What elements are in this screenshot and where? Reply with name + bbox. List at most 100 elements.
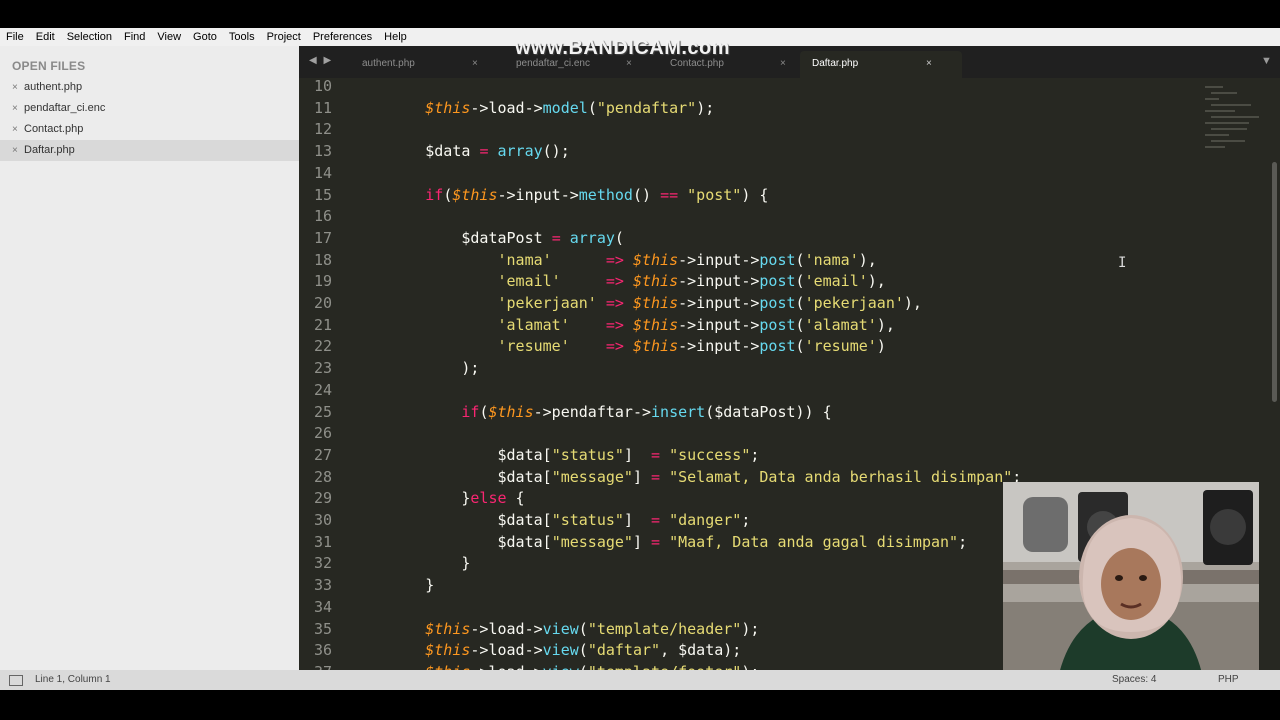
code-line: 23 ); (299, 357, 480, 379)
indentation-setting[interactable]: Spaces: 4 (1112, 674, 1156, 685)
tab-close-icon[interactable]: × (780, 51, 786, 77)
code-text: if($this->pendaftar->insert($dataPost)) … (353, 401, 831, 423)
close-icon[interactable]: × (12, 98, 18, 119)
menu-preferences[interactable]: Preferences (307, 28, 378, 46)
code-token: "status" (551, 445, 624, 464)
code-text: $data["message"] = "Maaf, Data anda gaga… (353, 531, 967, 553)
open-file-item[interactable]: × Daftar.php (0, 140, 299, 161)
syntax-selector[interactable]: PHP (1218, 674, 1239, 685)
code-token: ); (741, 619, 760, 638)
tab-close-icon[interactable]: × (472, 51, 478, 77)
code-token: => (605, 337, 624, 356)
tab-nav-arrows[interactable]: ◀ ▶ (309, 55, 333, 66)
code-line: 28 $data["message"] = "Selamat, Data and… (299, 466, 1021, 488)
code-token: (); (542, 142, 570, 161)
menu-tools[interactable]: Tools (223, 28, 261, 46)
code-line: 24 (299, 379, 332, 401)
code-text: 'nama' => $this->input->post('nama'), (353, 249, 877, 271)
text-cursor-icon: I (1118, 255, 1127, 271)
line-number: 27 (313, 445, 332, 464)
code-text: } (353, 574, 434, 596)
tab-label: Daftar.php (812, 58, 859, 69)
code-token: 'nama' (497, 250, 552, 269)
open-files-heading: OPEN FILES (12, 59, 86, 73)
code-token: ->input-> (497, 185, 579, 204)
open-file-item[interactable]: × Contact.php (0, 119, 299, 140)
code-line: 16 (299, 205, 332, 227)
code-token: , $data); (660, 641, 742, 660)
code-text: $data = array(); (353, 140, 570, 162)
menu-goto[interactable]: Goto (187, 28, 223, 46)
code-token: ), (876, 315, 895, 334)
line-number: 11 (313, 98, 332, 117)
code-token: "message" (551, 467, 633, 486)
menu-view[interactable]: View (151, 28, 187, 46)
sidebar: OPEN FILES × authent.php × pendaftar_ci.enc… (0, 46, 299, 670)
code-token: ( (579, 663, 588, 670)
menu-find[interactable]: Find (118, 28, 151, 46)
code-token: ; (958, 532, 968, 551)
tab-close-icon[interactable]: × (926, 51, 932, 77)
code-token: ->pendaftar-> (533, 402, 652, 421)
webcam-overlay (1003, 482, 1259, 678)
code-line: 30 $data["status"] = "danger"; (299, 509, 750, 531)
code-token: => (605, 315, 624, 334)
code-line: 13 $data = array(); (299, 140, 570, 162)
webcam-person-image (1003, 482, 1259, 678)
menu-edit[interactable]: Edit (30, 28, 61, 46)
close-icon[interactable]: × (12, 119, 18, 140)
code-token: ), (903, 294, 922, 312)
minimap[interactable] (1195, 82, 1259, 152)
code-token: post (759, 250, 796, 269)
code-token: = (551, 228, 561, 247)
code-token: "template/footer" (588, 663, 742, 670)
code-token: ( (614, 228, 624, 247)
code-token: ->input-> (678, 272, 760, 291)
menu-project[interactable]: Project (261, 28, 307, 46)
menu-help[interactable]: Help (378, 28, 413, 46)
line-number: 36 (313, 641, 332, 660)
menu-selection[interactable]: Selection (61, 28, 118, 46)
code-token: else (470, 489, 507, 508)
editor-scrollbar[interactable] (1272, 162, 1277, 402)
code-line: 27 $data["status"] = "success"; (299, 444, 759, 466)
menu-file[interactable]: File (0, 28, 30, 46)
code-token: $this (425, 641, 471, 660)
code-token: ), (867, 272, 886, 291)
close-icon[interactable]: × (12, 77, 18, 98)
minimap-line (1211, 140, 1245, 142)
line-number: 28 (313, 467, 332, 486)
code-token: ] (623, 511, 652, 529)
line-number: 17 (313, 228, 332, 247)
tab-next-icon[interactable]: ▶ (323, 55, 333, 66)
open-file-item[interactable]: × pendaftar_ci.enc (0, 98, 299, 119)
code-token: array (569, 228, 615, 247)
code-token: $data[ (353, 467, 552, 486)
code-line: 37 $this->load->view("template/footer"); (299, 661, 759, 670)
tab-daftar-php[interactable]: Daftar.php × (800, 51, 962, 78)
code-token: ); (741, 663, 759, 670)
minimap-line (1211, 128, 1247, 130)
tab-prev-icon[interactable]: ◀ (309, 55, 319, 66)
open-file-item[interactable]: × authent.php (0, 77, 299, 98)
open-file-name: authent.php (24, 81, 83, 93)
line-number: 12 (313, 120, 332, 139)
minimap-line (1205, 110, 1235, 112)
tab-list-dropdown-icon[interactable]: ▼ (1261, 55, 1272, 67)
tab-authent-php[interactable]: authent.php × (362, 51, 488, 78)
close-icon[interactable]: × (12, 140, 18, 161)
code-token: post (759, 272, 796, 291)
code-token: } (353, 576, 435, 595)
code-line: 32 } (299, 552, 470, 574)
panel-toggle-icon[interactable] (9, 675, 23, 686)
